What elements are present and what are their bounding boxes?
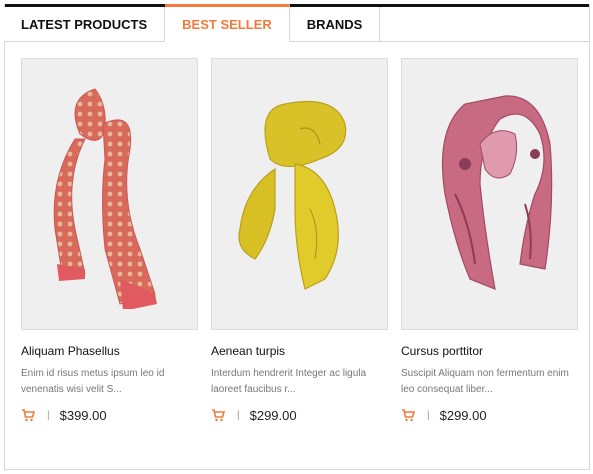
separator: | (427, 409, 430, 421)
product-card: Aenean turpis Interdum hendrerit Integer… (211, 58, 388, 424)
tab-best-seller[interactable]: BEST SELLER (165, 4, 290, 42)
tab-latest-products[interactable]: LATEST PRODUCTS (4, 7, 166, 42)
product-price: $299.00 (249, 407, 297, 423)
product-actions: | $299.00 (401, 406, 578, 424)
cart-icon[interactable] (21, 408, 35, 422)
product-name[interactable]: Aliquam Phasellus (21, 344, 198, 360)
product-image[interactable] (211, 58, 388, 330)
separator: | (47, 409, 50, 421)
cart-icon[interactable] (401, 408, 415, 422)
product-price: $399.00 (59, 407, 107, 423)
product-price: $299.00 (439, 407, 487, 423)
product-actions: | $299.00 (211, 406, 388, 424)
separator: | (237, 409, 240, 421)
product-name[interactable]: Aenean turpis (211, 344, 388, 360)
product-card: Cursus porttitor Suscipit Aliquam non fe… (401, 58, 578, 424)
tab-brands[interactable]: BRANDS (289, 7, 381, 42)
cart-icon[interactable] (211, 408, 225, 422)
product-image[interactable] (21, 58, 198, 330)
product-name[interactable]: Cursus porttitor (401, 344, 578, 360)
product-description: Suscipit Aliquam non fermentum enim leo … (401, 368, 569, 395)
product-actions: | $399.00 (21, 406, 198, 424)
product-description: Enim id risus metus ipsum leo id venenat… (21, 368, 165, 395)
product-description: Interdum hendrerit Integer ac ligula lao… (211, 368, 367, 395)
product-card: Aliquam Phasellus Enim id risus metus ip… (21, 58, 198, 424)
tab-bar: LATEST PRODUCTS BEST SELLER BRANDS (4, 4, 381, 42)
product-grid: Aliquam Phasellus Enim id risus metus ip… (21, 58, 578, 424)
product-image[interactable] (401, 58, 578, 330)
